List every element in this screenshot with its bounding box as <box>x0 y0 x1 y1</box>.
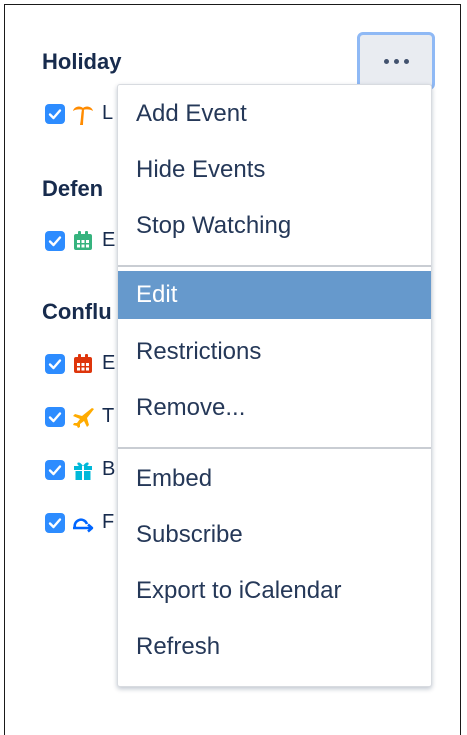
menu-item-remove[interactable]: Remove... <box>118 384 431 432</box>
actions-dropdown-menu: Add Event Hide Events Stop Watching Edit… <box>117 84 432 687</box>
calendar-label: B <box>102 458 116 480</box>
menu-item-refresh[interactable]: Refresh <box>118 623 431 671</box>
calendar-label: L <box>102 102 114 124</box>
checkbox-checked-icon[interactable] <box>45 407 65 427</box>
section-title-conflu: Conflu <box>42 299 112 324</box>
more-dots-icon <box>403 58 409 64</box>
palm-tree-icon <box>71 102 95 126</box>
airplane-icon <box>71 405 95 429</box>
menu-item-subscribe[interactable]: Subscribe <box>118 511 431 559</box>
menu-item-restrictions[interactable]: Restrictions <box>118 328 431 376</box>
checkbox-checked-icon[interactable] <box>45 354 65 374</box>
gift-icon <box>71 458 95 482</box>
checkbox-checked-icon[interactable] <box>45 231 65 251</box>
section-title-defen: Defen <box>42 176 104 201</box>
calendar-icon <box>71 229 95 253</box>
calendar-icon <box>71 352 95 376</box>
calendar-label: F <box>102 511 115 533</box>
calendar-label: E <box>102 352 116 374</box>
more-actions-button[interactable] <box>357 32 435 90</box>
more-dots-icon <box>393 58 399 64</box>
menu-divider <box>118 265 431 267</box>
menu-item-hide-events[interactable]: Hide Events <box>118 146 431 194</box>
section-title-holiday: Holiday <box>42 49 122 74</box>
menu-item-stop-watching[interactable]: Stop Watching <box>118 202 431 250</box>
more-dots-icon <box>383 58 389 64</box>
checkbox-checked-icon[interactable] <box>45 104 65 124</box>
checkbox-checked-icon[interactable] <box>45 460 65 480</box>
menu-item-add-event[interactable]: Add Event <box>118 90 431 138</box>
menu-divider <box>118 447 431 449</box>
calendar-label: E <box>102 229 116 251</box>
calendar-label: T <box>102 405 115 427</box>
menu-item-embed[interactable]: Embed <box>118 455 431 503</box>
menu-item-export-icalendar[interactable]: Export to iCalendar <box>118 567 431 615</box>
menu-item-edit[interactable]: Edit <box>118 271 431 319</box>
checkbox-checked-icon[interactable] <box>45 513 65 533</box>
repeat-icon <box>71 511 95 535</box>
